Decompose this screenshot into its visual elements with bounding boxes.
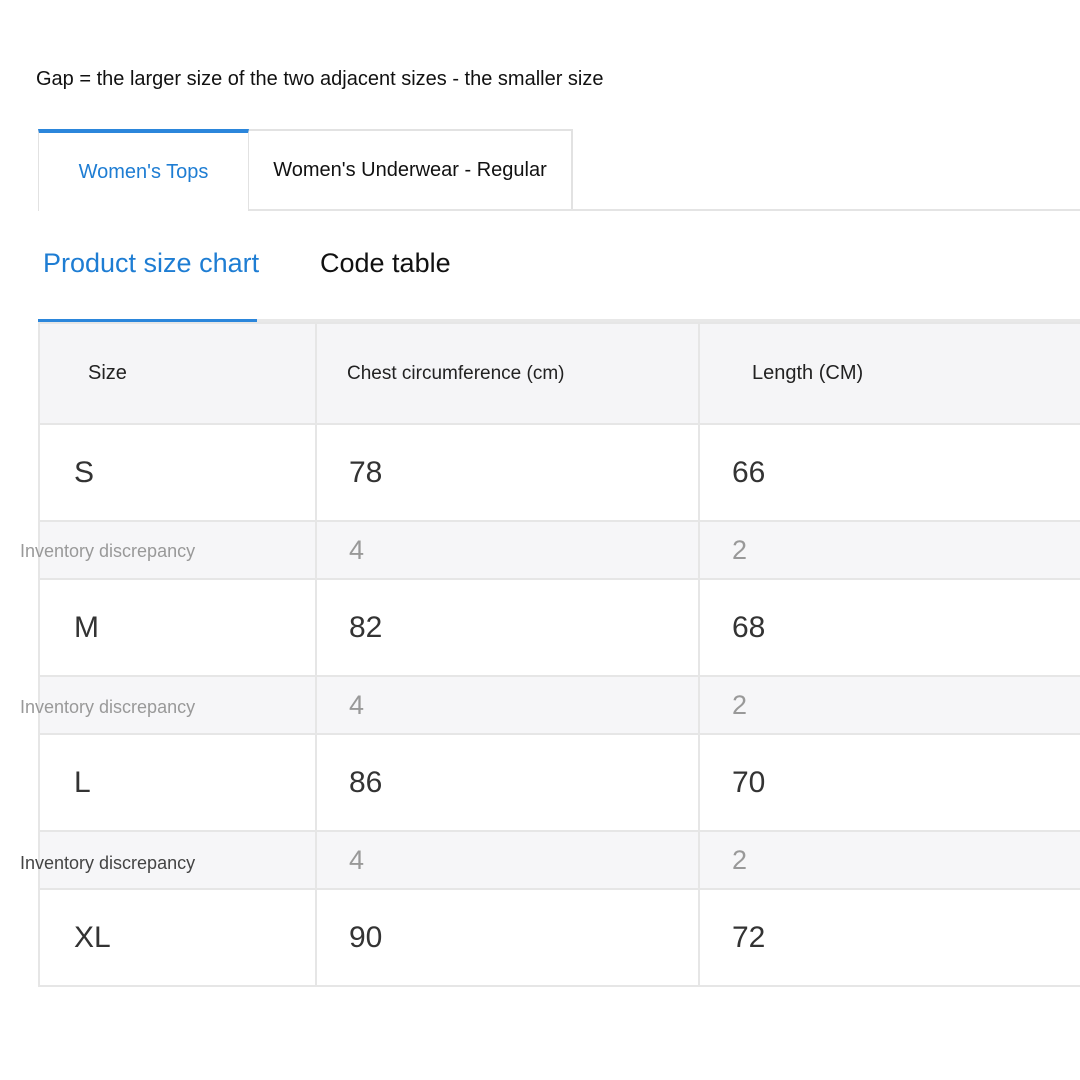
length-cell: 68: [698, 578, 1080, 677]
size-cell: M: [38, 578, 317, 677]
page: Gap = the larger size of the two adjacen…: [0, 0, 1080, 1080]
table-row-size-m: M 82 68: [38, 578, 1080, 677]
table-header-row: Size Chest circumference (cm) Length (CM…: [38, 322, 1080, 425]
tab-code-table[interactable]: Code table: [320, 248, 451, 279]
size-cell: S: [38, 423, 317, 522]
table-row-gap: 4 2: [38, 830, 1080, 890]
table-row-size-s: S 78 66: [38, 423, 1080, 522]
category-tabs: Women's Tops Women's Underwear - Regular: [38, 129, 1080, 211]
column-header-size: Size: [38, 322, 317, 425]
column-header-length: Length (CM): [698, 322, 1080, 425]
length-gap-cell: 2: [698, 675, 1080, 735]
chart-sub-tabs: Product size chart Code table: [38, 240, 1080, 322]
table-row-gap: 4 2: [38, 520, 1080, 580]
length-cell: 66: [698, 423, 1080, 522]
table-row-size-xl: XL 90 72: [38, 888, 1080, 987]
inventory-discrepancy-label: Inventory discrepancy: [20, 541, 196, 561]
tab-womens-underwear-regular[interactable]: Women's Underwear - Regular: [249, 129, 573, 209]
size-cell: XL: [38, 888, 317, 987]
chest-gap-cell: 4: [315, 675, 700, 735]
chest-gap-cell: 4: [315, 830, 700, 890]
chest-cell: 78: [315, 423, 700, 522]
table-row-gap: 4 2: [38, 675, 1080, 735]
chest-cell: 82: [315, 578, 700, 677]
column-header-chest: Chest circumference (cm): [315, 322, 700, 425]
tab-product-size-chart[interactable]: Product size chart: [43, 248, 259, 279]
chest-gap-cell: 4: [315, 520, 700, 580]
length-cell: 72: [698, 888, 1080, 987]
size-cell: L: [38, 733, 317, 832]
chest-cell: 86: [315, 733, 700, 832]
length-gap-cell: 2: [698, 830, 1080, 890]
gap-explanation-note: Gap = the larger size of the two adjacen…: [36, 68, 604, 90]
length-cell: 70: [698, 733, 1080, 832]
chest-cell: 90: [315, 888, 700, 987]
tab-womens-tops[interactable]: Women's Tops: [38, 129, 249, 211]
inventory-discrepancy-label: Inventory discrepancy: [20, 853, 196, 873]
size-chart-table: Size Chest circumference (cm) Length (CM…: [38, 322, 1080, 987]
inventory-discrepancy-label: Inventory discrepancy: [20, 697, 196, 717]
table-row-size-l: L 86 70: [38, 733, 1080, 832]
length-gap-cell: 2: [698, 520, 1080, 580]
